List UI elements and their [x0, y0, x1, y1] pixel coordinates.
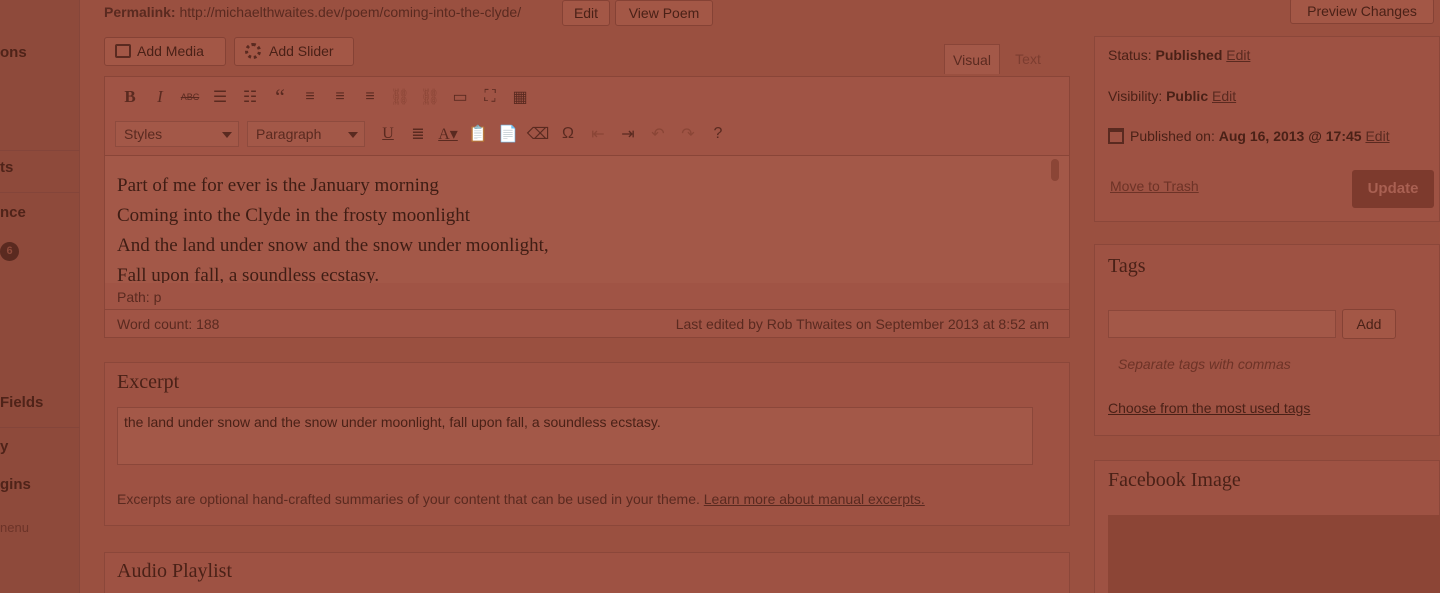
audio-playlist-box: Audio Playlist [104, 552, 1070, 593]
tags-hint: Separate tags with commas [1118, 356, 1291, 372]
visibility-value: Public [1166, 88, 1209, 104]
visibility-label: Visibility: [1108, 88, 1163, 104]
poem-line: And the land under snow and the snow und… [117, 235, 549, 256]
redo-icon[interactable]: ↷ [673, 120, 703, 148]
status-label: Status: [1108, 47, 1152, 63]
admin-menu-item[interactable]: ons [0, 44, 27, 61]
slider-icon [245, 43, 261, 59]
excerpt-help-link[interactable]: Learn more about manual excerpts. [704, 491, 925, 507]
special-character-icon[interactable]: Ω [553, 120, 583, 148]
add-tag-button[interactable]: Add [1342, 309, 1396, 339]
audio-playlist-title[interactable]: Audio Playlist [117, 560, 232, 583]
align-left-icon[interactable]: ≡ [295, 83, 325, 111]
justify-icon[interactable]: ≣ [403, 120, 433, 148]
choose-tags-link[interactable]: Choose from the most used tags [1108, 400, 1310, 416]
facebook-image-preview[interactable] [1108, 515, 1440, 593]
facebook-image-title[interactable]: Facebook Image [1108, 469, 1241, 492]
poem-line: Fall upon fall, a soundless ecstasy. [117, 265, 380, 283]
last-edited: Last edited by Rob Thwaites on September… [675, 316, 1049, 332]
add-slider-button[interactable]: Add Slider [234, 37, 354, 66]
tags-title[interactable]: Tags [1108, 255, 1145, 278]
unlink-icon[interactable]: ⛓ [415, 83, 445, 111]
post-publish-date: Published on: Aug 16, 2013 @ 17:45 Edit [1108, 128, 1390, 144]
styles-select[interactable]: Styles [115, 121, 239, 147]
add-slider-label: Add Slider [269, 43, 334, 59]
permalink-url[interactable]: http://michaelthwaites.dev/poem/coming-i… [179, 4, 521, 20]
blockquote-icon[interactable]: “ [265, 83, 295, 111]
status-value: Published [1155, 47, 1223, 63]
published-label: Published on: [1130, 128, 1215, 144]
excerpt-help-text: Excerpts are optional hand-crafted summa… [117, 491, 700, 507]
tab-text[interactable]: Text [1004, 44, 1052, 74]
visibility-edit-link[interactable]: Edit [1212, 88, 1236, 104]
fullscreen-icon[interactable]: ⛶ [475, 83, 505, 111]
more-tag-icon[interactable]: ▭ [445, 83, 475, 111]
view-poem-button[interactable]: View Poem [615, 0, 713, 26]
align-center-icon[interactable]: ≡ [325, 83, 355, 111]
post-visibility: Visibility: Public Edit [1108, 88, 1236, 104]
paste-text-icon[interactable]: 📋 [463, 120, 493, 148]
poem-text[interactable]: Part of me for ever is the January morni… [105, 156, 1069, 283]
tag-input[interactable] [1108, 310, 1336, 338]
calendar-icon [1108, 128, 1124, 144]
admin-menu-item[interactable]: gins [0, 476, 31, 493]
admin-menu-item[interactable]: y [0, 438, 8, 455]
admin-menu-item[interactable]: Fields [0, 394, 43, 411]
collapse-menu-link[interactable]: nenu [0, 520, 29, 535]
post-status: Status: Published Edit [1108, 47, 1250, 63]
outdent-icon[interactable]: ⇤ [583, 120, 613, 148]
strikethrough-icon[interactable]: ABC [175, 83, 205, 111]
toolbar-row-1: B I ABC ☰ ☷ “ ≡ ≡ ≡ ⛓ ⛓ ▭ ⛶ ▦ [115, 82, 535, 112]
published-edit-link[interactable]: Edit [1365, 128, 1389, 144]
help-icon[interactable]: ? [703, 120, 733, 148]
underline-icon[interactable]: U [373, 120, 403, 148]
tab-visual[interactable]: Visual [944, 44, 1000, 74]
undo-icon[interactable]: ↶ [643, 120, 673, 148]
element-path: Path: p [117, 289, 162, 305]
admin-menu-item[interactable]: nce [0, 204, 26, 221]
align-right-icon[interactable]: ≡ [355, 83, 385, 111]
clear-formatting-icon[interactable]: ⌫ [523, 120, 553, 148]
editor-scrollbar[interactable] [1051, 159, 1059, 181]
poem-line: Coming into the Clyde in the frosty moon… [117, 205, 471, 226]
editor-status-bar: Word count: 188 Last edited by Rob Thwai… [105, 309, 1069, 337]
permalink-row: Permalink: http://michaelthwaites.dev/po… [104, 4, 521, 20]
update-button[interactable]: Update [1352, 170, 1434, 208]
excerpt-field[interactable]: the land under snow and the snow under m… [117, 407, 1033, 465]
permalink-edit-button[interactable]: Edit [562, 0, 610, 26]
link-icon[interactable]: ⛓ [385, 83, 415, 111]
excerpt-help: Excerpts are optional hand-crafted summa… [117, 491, 925, 507]
toolbar-row-2: Styles Paragraph U ≣ A▾ 📋 📄 ⌫ Ω ⇤ ⇥ ↶ ↷ … [115, 119, 733, 149]
menu-separator [0, 427, 80, 428]
add-media-label: Add Media [137, 43, 204, 59]
published-value: Aug 16, 2013 @ 17:45 [1218, 128, 1362, 144]
excerpt-box: Excerpt the land under snow and the snow… [104, 362, 1070, 526]
status-edit-link[interactable]: Edit [1226, 47, 1250, 63]
poem-line: Part of me for ever is the January morni… [117, 175, 439, 196]
move-to-trash-link[interactable]: Move to Trash [1110, 178, 1199, 194]
editor-content[interactable]: Part of me for ever is the January morni… [105, 155, 1069, 283]
text-color-icon[interactable]: A▾ [433, 120, 463, 148]
toolbar-toggle-icon[interactable]: ▦ [505, 83, 535, 111]
bullet-list-icon[interactable]: ☰ [205, 83, 235, 111]
word-count: Word count: 188 [117, 316, 220, 332]
bold-icon[interactable]: B [115, 83, 145, 111]
admin-menu: ons ts nce 6 Fields y gins nenu [0, 0, 80, 593]
permalink-label: Permalink: [104, 4, 176, 20]
indent-icon[interactable]: ⇥ [613, 120, 643, 148]
format-select[interactable]: Paragraph [247, 121, 365, 147]
update-count-badge: 6 [0, 242, 19, 261]
admin-menu-item[interactable]: ts [0, 159, 13, 176]
numbered-list-icon[interactable]: ☷ [235, 83, 265, 111]
add-media-button[interactable]: Add Media [104, 37, 226, 66]
preview-changes-button[interactable]: Preview Changes [1290, 0, 1434, 24]
menu-separator [0, 150, 80, 151]
post-editor: B I ABC ☰ ☷ “ ≡ ≡ ≡ ⛓ ⛓ ▭ ⛶ ▦ Styles Par… [104, 76, 1070, 338]
add-media-icon [115, 44, 131, 58]
italic-icon[interactable]: I [145, 83, 175, 111]
paste-word-icon[interactable]: 📄 [493, 120, 523, 148]
excerpt-title[interactable]: Excerpt [117, 371, 179, 394]
menu-separator [0, 192, 80, 193]
